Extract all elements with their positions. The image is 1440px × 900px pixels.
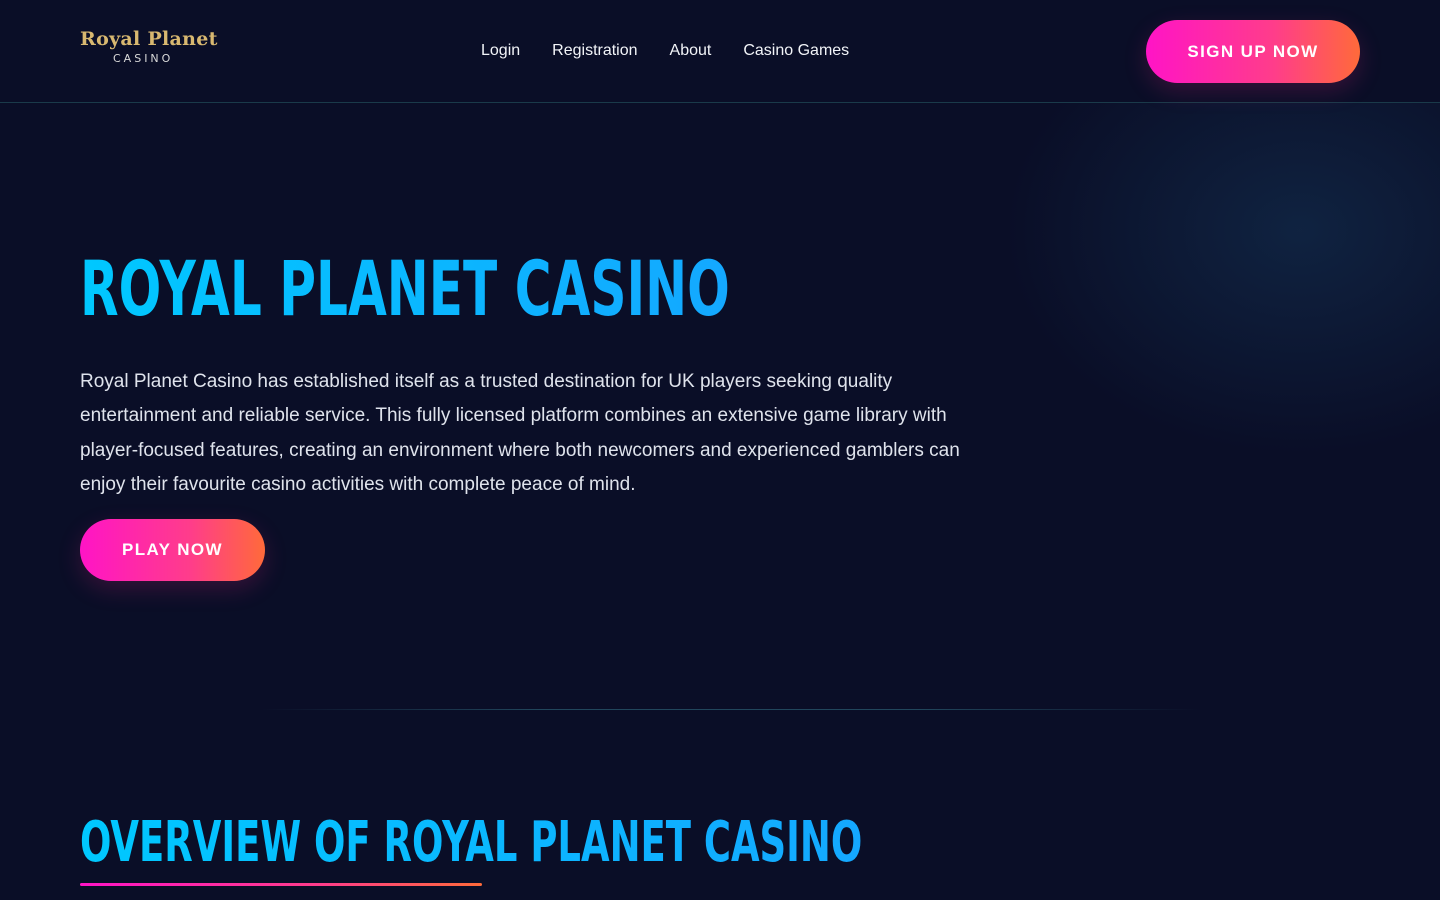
page: Royal Planet CASINO Login Registration A… <box>0 0 1440 900</box>
sign-up-button[interactable]: SIGN UP NOW <box>1146 20 1360 83</box>
main-nav: Login Registration About Casino Games <box>481 40 849 62</box>
logo-subtitle: CASINO <box>113 52 174 65</box>
nav-item-about[interactable]: About <box>670 40 712 62</box>
play-now-button[interactable]: PLAY NOW <box>80 519 265 581</box>
nav-item-casino-games[interactable]: Casino Games <box>743 40 849 62</box>
overview-title-underline <box>80 883 482 886</box>
site-header: Royal Planet CASINO Login Registration A… <box>0 0 1440 103</box>
overview-title: OVERVIEW OF ROYAL PLANET CASINO <box>80 810 863 875</box>
nav-item-registration[interactable]: Registration <box>552 40 637 62</box>
site-logo[interactable]: Royal Planet CASINO <box>80 28 217 68</box>
section-divider <box>260 709 1200 710</box>
nav-item-login[interactable]: Login <box>481 40 520 62</box>
logo-wordmark: Royal Planet <box>80 28 218 50</box>
hero-description: Royal Planet Casino has established itse… <box>80 371 960 495</box>
hero-title: ROYAL PLANET CASINO <box>80 244 730 333</box>
